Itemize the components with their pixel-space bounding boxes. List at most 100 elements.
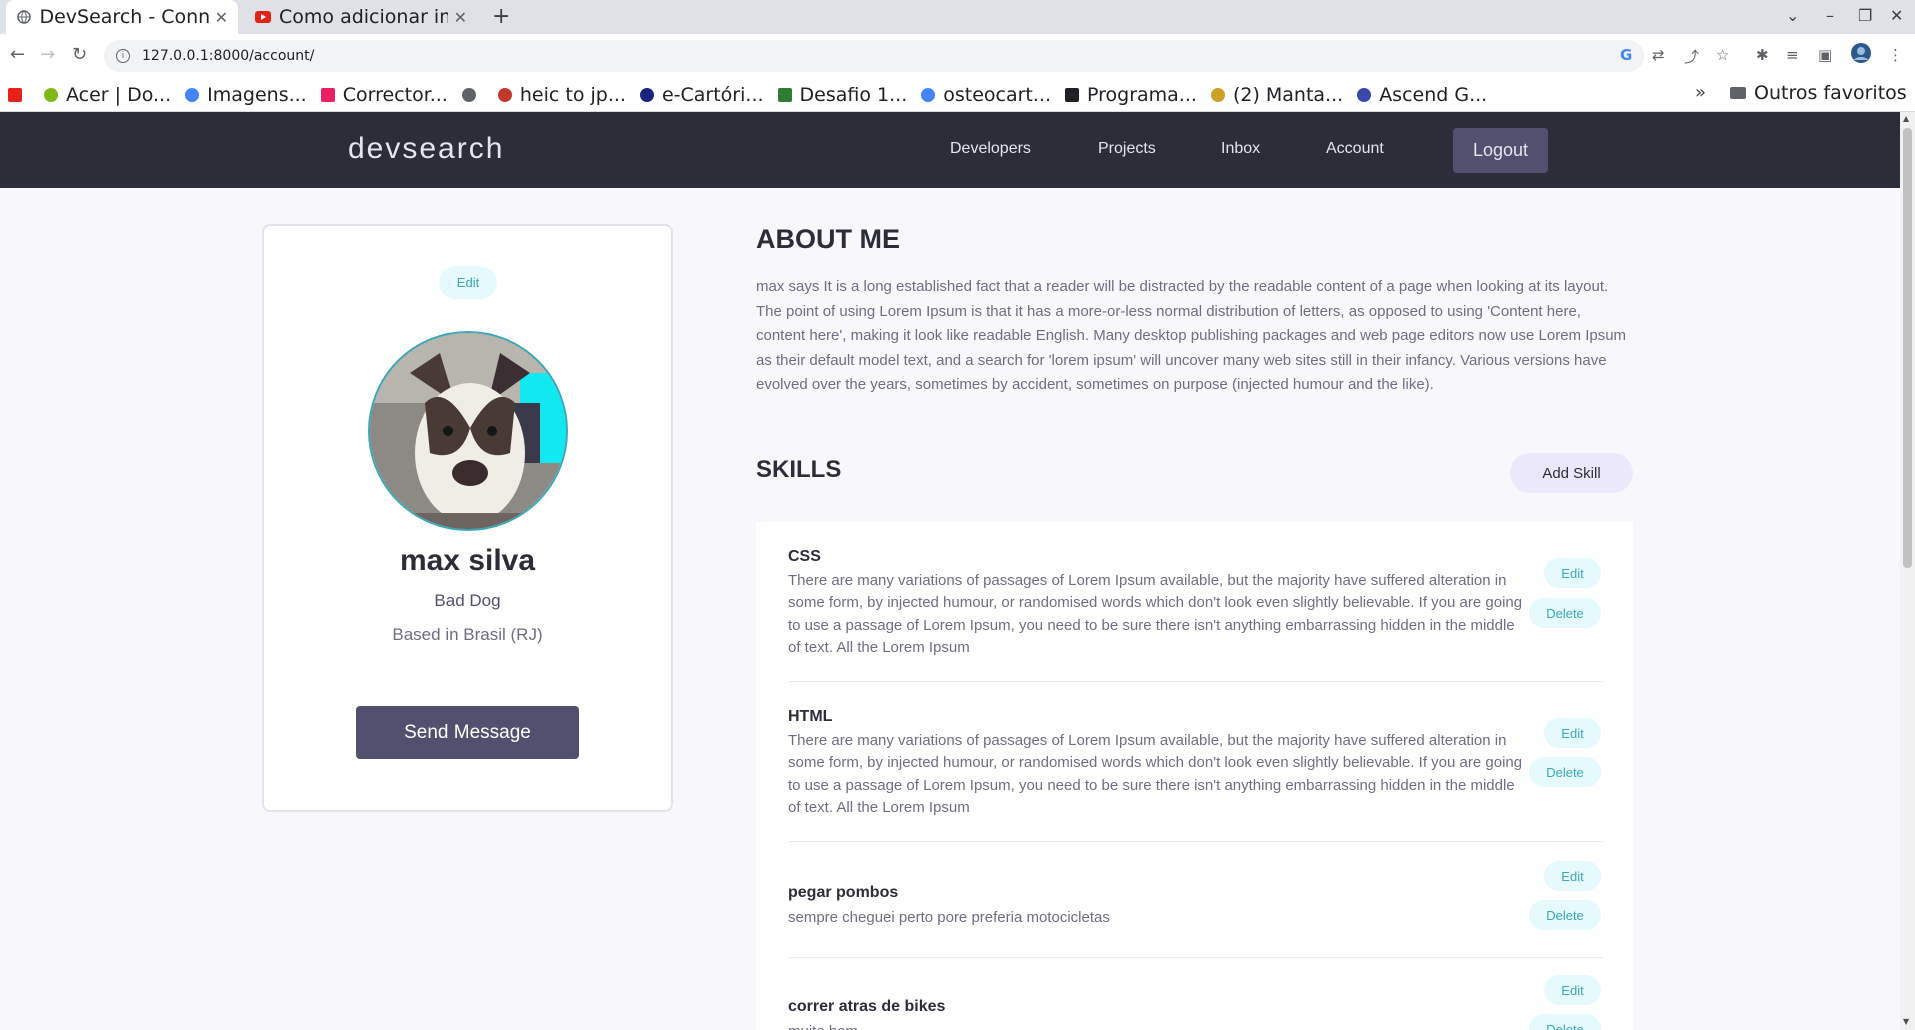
translate-icon[interactable]: ⇄: [1652, 46, 1665, 64]
skill-name: HTML: [788, 708, 833, 725]
tab-strip: DevSearch - Conne ✕ Como adicionar im ✕ …: [0, 0, 1915, 34]
desafio-icon: [777, 87, 792, 102]
nav-developers[interactable]: Developers: [950, 140, 1031, 158]
info-icon[interactable]: i: [116, 49, 130, 63]
skill-delete-button[interactable]: Delete: [1529, 598, 1601, 628]
skill-item: correr atras de bikes muito bom Edit Del…: [788, 958, 1603, 1030]
new-tab-icon[interactable]: +: [492, 4, 510, 29]
ecartorio-icon: [639, 87, 654, 102]
edit-profile-button[interactable]: Edit: [439, 266, 497, 299]
skill-description: muito bom: [788, 1021, 1528, 1030]
close-tab-icon[interactable]: ✕: [215, 8, 228, 27]
bookmarks-overflow-icon[interactable]: »: [1695, 82, 1706, 103]
tab-youtube[interactable]: Como adicionar im ✕: [245, 0, 477, 34]
skill-edit-button[interactable]: Edit: [1544, 558, 1601, 588]
forward-icon[interactable]: →: [40, 44, 55, 65]
site-logo[interactable]: devsearch: [348, 132, 504, 166]
other-bookmarks[interactable]: Outros favoritos: [1730, 82, 1907, 104]
skill-description: sempre cheguei perto pore preferia motoc…: [788, 909, 1110, 926]
address-bar[interactable]: i 127.0.0.1:8000/account/: [104, 40, 1644, 72]
skill-description: There are many variations of passages of…: [788, 572, 1523, 656]
avatar: [368, 331, 568, 531]
restore-icon[interactable]: ❐: [1858, 6, 1872, 25]
bookmark-item[interactable]: heic to jp...: [497, 84, 626, 106]
page-viewport: devsearch Developers Projects Inbox Acco…: [0, 112, 1900, 1030]
minimize-icon[interactable]: –: [1826, 6, 1834, 25]
url-text: 127.0.0.1:8000/account/: [142, 48, 315, 64]
skills-list: CSS There are many variations of passage…: [756, 522, 1633, 1030]
skill-item: HTML There are many variations of passag…: [788, 708, 1603, 842]
bookmark-item[interactable]: (2) Manta...: [1210, 84, 1343, 106]
bookmark-item[interactable]: Programa...: [1065, 84, 1197, 106]
bookmark-item[interactable]: osteocart...: [921, 84, 1051, 106]
tab-title: Como adicionar im: [279, 6, 448, 28]
bookmark-item[interactable]: [8, 87, 30, 102]
google-icon: [921, 87, 936, 102]
profile-avatar-icon[interactable]: [1850, 42, 1872, 68]
corrector-icon: [320, 87, 335, 102]
profile-short-intro: Bad Dog: [434, 591, 501, 610]
side-panel-icon[interactable]: ▣: [1818, 46, 1832, 64]
skill-delete-button[interactable]: Delete: [1529, 757, 1601, 787]
reload-icon[interactable]: ↻: [72, 44, 87, 65]
profile-card: Edit max silva Bad Dog Based in Brasil (…: [262, 224, 673, 812]
skill-edit-button[interactable]: Edit: [1544, 975, 1601, 1005]
google-icon[interactable]: G: [1620, 46, 1632, 64]
star-icon[interactable]: ☆: [1716, 46, 1729, 64]
skill-edit-button[interactable]: Edit: [1544, 861, 1601, 891]
globe-icon: [461, 87, 476, 102]
extensions-icon[interactable]: ✱: [1756, 46, 1769, 64]
skill-edit-button[interactable]: Edit: [1544, 718, 1601, 748]
acer-icon: [44, 87, 58, 102]
tab-search-icon[interactable]: ⌄: [1786, 6, 1799, 25]
send-message-button[interactable]: Send Message: [356, 706, 579, 759]
nav-projects[interactable]: Projects: [1098, 140, 1156, 158]
about-text: max says It is a long established fact t…: [756, 278, 1627, 393]
page-scrollbar[interactable]: ▲ ▼: [1900, 112, 1915, 1030]
scroll-thumb[interactable]: [1903, 128, 1912, 568]
shield-icon: [1357, 87, 1372, 102]
youtube-icon: [8, 87, 22, 102]
skill-name: pegar pombos: [788, 884, 899, 901]
reading-list-icon[interactable]: ≡: [1786, 46, 1799, 64]
about-title: ABOUT ME: [756, 224, 900, 254]
bookmark-item[interactable]: Desafio 1...: [777, 84, 907, 106]
manta-icon: [1210, 87, 1225, 102]
bookmark-item[interactable]: Acer | Do...: [44, 84, 171, 106]
skills-title: SKILLS: [756, 456, 842, 483]
bookmark-item[interactable]: Ascend G...: [1357, 84, 1487, 106]
scroll-down-icon[interactable]: ▼: [1903, 1017, 1909, 1026]
bookmark-item[interactable]: e-Cartóri...: [639, 84, 764, 106]
skill-name: CSS: [788, 548, 821, 565]
tab-title: DevSearch - Conne: [39, 6, 209, 28]
browser-chrome: DevSearch - Conne ✕ Como adicionar im ✕ …: [0, 0, 1915, 112]
tab-devsearch[interactable]: DevSearch - Conne ✕: [6, 0, 238, 34]
skill-name: correr atras de bikes: [788, 998, 946, 1015]
google-icon: [185, 87, 200, 102]
site-header: devsearch Developers Projects Inbox Acco…: [0, 112, 1900, 188]
add-skill-button[interactable]: Add Skill: [1510, 453, 1633, 493]
browser-toolbar: ← → ↻ i 127.0.0.1:8000/account/ G ⇄ ⤴ ☆ …: [0, 34, 1915, 78]
bookmark-item[interactable]: [461, 87, 484, 102]
scroll-up-icon[interactable]: ▲: [1903, 114, 1909, 123]
skill-description: There are many variations of passages of…: [788, 732, 1523, 816]
bookmark-item[interactable]: Imagens...: [185, 84, 307, 106]
logout-button[interactable]: Logout: [1453, 128, 1548, 173]
folder-icon: [1730, 87, 1746, 99]
bookmark-item[interactable]: Corrector...: [320, 84, 448, 106]
close-window-icon[interactable]: ✕: [1890, 6, 1903, 25]
back-icon[interactable]: ←: [10, 44, 25, 65]
profile-location: Based in Brasil (RJ): [392, 625, 543, 644]
skill-delete-button[interactable]: Delete: [1529, 900, 1601, 930]
bookmarks-bar: Acer | Do... Imagens... Corrector... hei…: [0, 78, 1915, 112]
skill-delete-button[interactable]: Delete: [1529, 1014, 1601, 1030]
globe-icon: [16, 9, 31, 25]
menu-icon[interactable]: ⋮: [1888, 46, 1903, 64]
share-icon[interactable]: ⤴: [1684, 46, 1699, 67]
profile-name: max silva: [399, 544, 536, 577]
close-tab-icon[interactable]: ✕: [454, 8, 467, 27]
nav-inbox[interactable]: Inbox: [1221, 140, 1260, 158]
grid-icon: [1065, 87, 1079, 102]
nav-account[interactable]: Account: [1326, 140, 1384, 158]
skill-item: CSS There are many variations of passage…: [788, 548, 1603, 682]
